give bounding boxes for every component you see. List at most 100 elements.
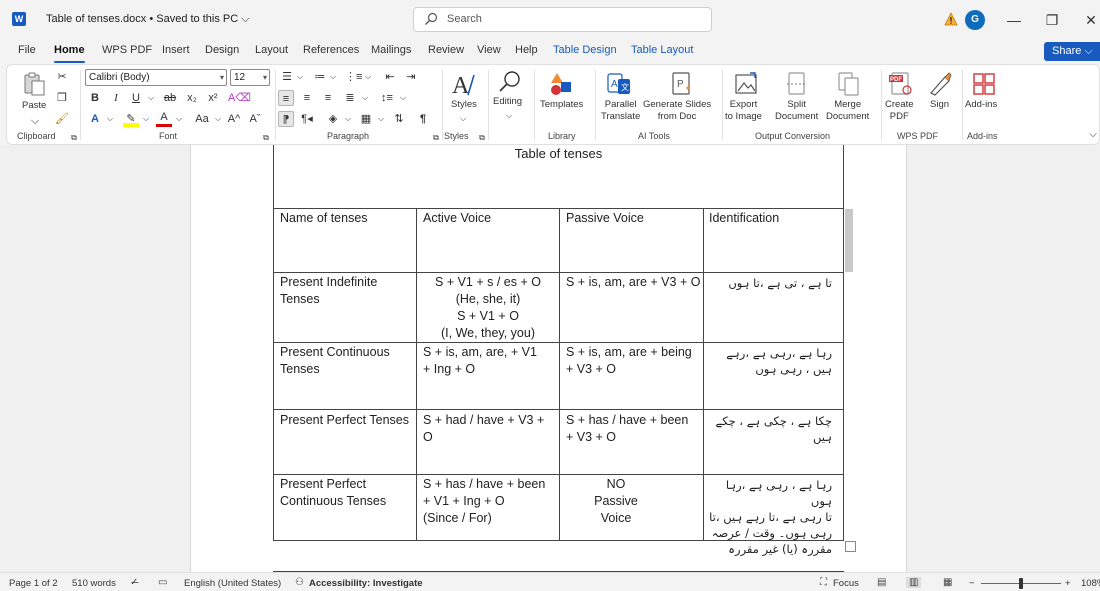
show-formatting-button[interactable]: ¶ <box>415 111 431 127</box>
document-title[interactable]: Table of tenses.docx • Saved to this PC … <box>46 13 250 26</box>
chevron-down-icon[interactable]: ⌵ <box>292 69 308 85</box>
word-count[interactable]: 510 words <box>72 578 116 589</box>
tab-file[interactable]: File <box>18 44 36 56</box>
tab-design[interactable]: Design <box>205 44 239 56</box>
align-right-icon[interactable]: ≡ <box>320 90 336 106</box>
increase-indent-icon[interactable]: ⇥ <box>403 69 419 85</box>
shrink-font-button[interactable]: Aˇ <box>247 111 263 127</box>
templates-icon[interactable] <box>548 71 574 97</box>
chevron-down-icon[interactable]: ⌵ <box>340 111 356 127</box>
parallel-translate-label[interactable]: Parallel Translate <box>601 99 640 123</box>
templates-button-label[interactable]: Templates <box>540 99 583 111</box>
tab-help[interactable]: Help <box>515 44 538 56</box>
minimize-button[interactable]: — <box>1004 10 1024 30</box>
table-cell[interactable]: Present Continuous Tenses <box>280 344 412 378</box>
ltr-direction-icon[interactable]: ⁋ <box>278 111 294 127</box>
sign-icon[interactable] <box>927 71 953 97</box>
web-layout-icon[interactable]: ▦ <box>943 577 952 588</box>
generate-slides-icon[interactable]: P <box>669 71 695 97</box>
table-cell[interactable]: Active Voice <box>423 210 555 227</box>
font-color-icon[interactable]: A <box>156 111 172 127</box>
accessibility-status[interactable]: Accessibility: Investigate <box>309 578 423 589</box>
create-pdf-label[interactable]: Create PDF <box>885 99 914 123</box>
chevron-down-icon[interactable]: ⌵ <box>357 90 373 106</box>
italic-button[interactable]: I <box>108 90 124 106</box>
superscript-button[interactable]: x² <box>205 90 221 106</box>
table-cell[interactable]: Name of tenses <box>280 210 412 227</box>
collapse-ribbon-icon[interactable]: ⌵ <box>1085 127 1100 143</box>
table-cell[interactable]: NO Passive Voice <box>586 476 646 527</box>
table-cell[interactable]: تا ہے ، تی ہے ،تا ہوں <box>706 275 832 291</box>
share-button[interactable]: Share ⌵ <box>1044 42 1100 61</box>
font-size-select[interactable]: 12 ▾ <box>230 69 270 86</box>
align-left-icon[interactable]: ≡ <box>278 90 294 106</box>
zoom-in-button[interactable]: + <box>1065 578 1071 589</box>
tab-home[interactable]: Home <box>54 44 85 63</box>
export-image-label[interactable]: Export to Image <box>725 99 762 123</box>
language-indicator[interactable]: English (United States) <box>184 578 281 589</box>
sort-icon[interactable]: ⇅ <box>391 111 407 127</box>
tab-insert[interactable]: Insert <box>162 44 190 56</box>
table-title[interactable]: Table of tenses <box>273 146 844 161</box>
table-cell[interactable]: Present Perfect Continuous Tenses <box>280 476 412 510</box>
chevron-down-icon[interactable]: ⌵ <box>455 111 471 127</box>
add-ins-icon[interactable] <box>971 71 997 97</box>
paste-button-label[interactable]: Paste <box>22 100 46 112</box>
table-cell[interactable]: S + is, am, are + V3 + O <box>566 274 702 291</box>
create-pdf-icon[interactable]: PDF <box>888 71 914 97</box>
line-spacing-icon[interactable]: ↕≡ <box>379 90 395 106</box>
table-cell[interactable]: S + had / have + V3 + O <box>423 412 557 446</box>
editing-search-icon[interactable] <box>497 69 523 95</box>
book-icon[interactable]: ▭ <box>158 577 167 588</box>
decrease-indent-icon[interactable]: ⇤ <box>382 69 398 85</box>
chevron-down-icon[interactable]: ⌵ <box>325 69 341 85</box>
styles-button-label[interactable]: Styles <box>451 99 477 111</box>
table-cell[interactable]: S + has / have + been + V1 + Ing + O (Si… <box>423 476 557 527</box>
chevron-down-icon[interactable]: ⌵ <box>143 90 159 106</box>
tab-table-layout[interactable]: Table Layout <box>631 44 693 56</box>
chevron-down-icon[interactable]: ⌵ <box>373 111 389 127</box>
merge-document-label[interactable]: Merge Document <box>826 99 869 123</box>
strikethrough-button[interactable]: ab <box>162 90 178 106</box>
tab-wps-pdf[interactable]: WPS PDF <box>102 44 152 56</box>
table-cell[interactable]: S + has / have + been + V3 + O <box>566 412 700 446</box>
chevron-down-icon[interactable]: ⌵ <box>102 111 118 127</box>
paste-icon[interactable] <box>21 71 47 97</box>
tab-references[interactable]: References <box>303 44 359 56</box>
table-cell[interactable]: رہا ہے ،رہی ہے ،رہے ہیں ، رہی ہوں <box>706 345 832 377</box>
sign-label[interactable]: Sign <box>930 99 949 111</box>
read-mode-icon[interactable]: ▤ <box>877 577 886 588</box>
font-launcher-icon[interactable]: ⧉ <box>258 130 274 146</box>
highlight-color-icon[interactable]: ✎ <box>123 111 139 127</box>
underline-button[interactable]: U <box>128 90 144 106</box>
subscript-button[interactable]: x₂ <box>184 90 200 106</box>
text-effects-icon[interactable]: A <box>87 111 103 127</box>
print-layout-icon[interactable]: ▥ <box>906 577 922 588</box>
table-cell[interactable]: Present Perfect Tenses <box>280 412 414 429</box>
table-cell[interactable]: S + V1 + s / es + O (He, she, it) S + V1… <box>418 274 558 342</box>
split-document-icon[interactable] <box>784 71 810 97</box>
table-cell[interactable]: S + is, am, are, + V1 + Ing + O <box>423 344 557 378</box>
parallel-translate-icon[interactable]: A文 <box>606 71 632 97</box>
zoom-out-button[interactable]: − <box>969 578 975 589</box>
copy-icon[interactable]: ❐ <box>54 90 70 106</box>
warning-icon[interactable] <box>944 12 958 26</box>
chevron-down-icon[interactable]: ⌵ <box>395 90 411 106</box>
tab-mailings[interactable]: Mailings <box>371 44 411 56</box>
justify-icon[interactable]: ≣ <box>342 90 358 106</box>
chevron-down-icon[interactable]: ⌵ <box>501 108 517 124</box>
tab-table-design[interactable]: Table Design <box>553 44 617 56</box>
accessibility-icon[interactable]: ⚇ <box>295 577 304 588</box>
user-avatar[interactable]: G <box>965 10 985 30</box>
clear-formatting-icon[interactable]: A⌫ <box>228 90 251 106</box>
add-ins-button-label[interactable]: Add-ins <box>965 99 997 111</box>
grow-font-button[interactable]: A^ <box>226 111 242 127</box>
split-document-label[interactable]: Split Document <box>775 99 818 123</box>
align-center-icon[interactable]: ≡ <box>299 90 315 106</box>
cut-icon[interactable]: ✂ <box>54 69 70 85</box>
maximize-button[interactable]: ❐ <box>1042 10 1062 30</box>
paste-dropdown-icon[interactable]: ⌵ <box>27 113 43 129</box>
chevron-down-icon[interactable]: ⌵ <box>210 111 226 127</box>
generate-slides-label[interactable]: Generate Slides from Doc <box>643 99 711 123</box>
font-family-select[interactable]: Calibri (Body) ▾ <box>85 69 227 86</box>
